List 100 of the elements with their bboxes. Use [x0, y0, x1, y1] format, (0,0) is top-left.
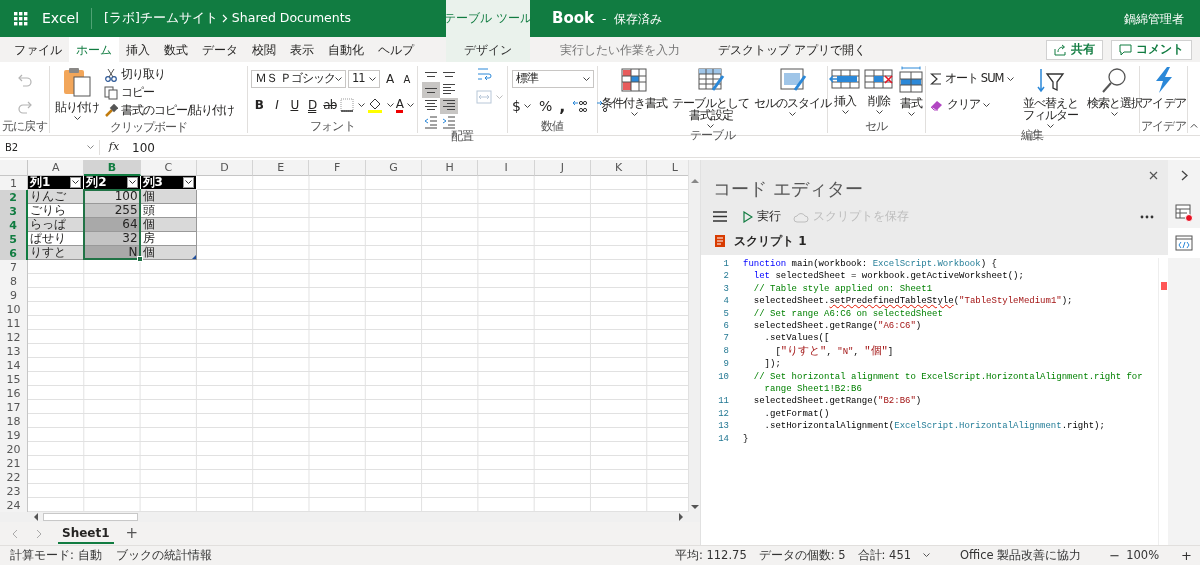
row-number[interactable]: 21 — [0, 456, 28, 470]
grow-font-button[interactable]: A — [382, 70, 398, 88]
row-number[interactable]: 10 — [0, 302, 28, 316]
column-header[interactable]: I — [478, 160, 535, 176]
row-number[interactable]: 4 — [0, 218, 28, 232]
format-as-table-button[interactable]: テーブルとして書式設定 — [668, 66, 754, 129]
row-number[interactable]: 2 — [0, 190, 28, 204]
filter-button[interactable] — [126, 177, 138, 188]
row-number[interactable]: 18 — [0, 414, 28, 428]
number-format-dropdown[interactable]: 標準 — [512, 70, 594, 88]
conditional-formatting-button[interactable]: 条件付き書式 — [600, 66, 669, 129]
function-button[interactable]: fx — [100, 139, 128, 156]
column-header[interactable]: D — [196, 160, 254, 176]
font-size-dropdown[interactable]: 11 — [348, 70, 381, 88]
row-number[interactable]: 15 — [0, 372, 28, 386]
zoom-level[interactable]: 100% — [1126, 546, 1160, 565]
sort-filter-button[interactable]: 並べ替えとフィルター — [1017, 66, 1084, 129]
row-number[interactable]: 14 — [0, 358, 28, 372]
ribbon-tab[interactable]: デザイン — [446, 37, 530, 62]
increase-decimal-icon[interactable] — [572, 99, 589, 114]
ribbon-tab[interactable]: 数式 — [157, 37, 195, 62]
collapse-ribbon-icon[interactable] — [1190, 122, 1198, 129]
align-right-button[interactable] — [440, 98, 458, 114]
zoom-in-button[interactable]: + — [1181, 545, 1192, 565]
ribbon-tab[interactable]: データ — [195, 37, 245, 62]
shrink-font-button[interactable]: A — [399, 70, 414, 88]
horizontal-scrollbar[interactable] — [0, 512, 700, 522]
filter-button[interactable] — [70, 177, 82, 188]
double-underline-button[interactable]: D — [304, 96, 320, 114]
ribbon-tab[interactable]: 校閲 — [245, 37, 283, 62]
bold-button[interactable]: B — [251, 96, 267, 114]
column-header[interactable]: A — [28, 160, 85, 176]
percent-button[interactable]: % — [538, 96, 552, 117]
cut-button[interactable]: 切り取り — [104, 66, 235, 84]
font-dropdown[interactable]: ＭＳ Ｐゴシック — [251, 70, 346, 88]
row-number[interactable]: 17 — [0, 400, 28, 414]
vertical-scrollbar[interactable] — [688, 160, 700, 512]
row-number[interactable]: 9 — [0, 288, 28, 302]
column-header[interactable]: B — [84, 160, 141, 176]
comment-button[interactable]: コメント — [1111, 39, 1192, 60]
feedback-link[interactable]: Office 製品改善に協力 — [960, 546, 1082, 565]
ribbon-tab[interactable]: 挿入 — [119, 37, 157, 62]
column-header[interactable]: F — [309, 160, 366, 176]
copy-button[interactable]: コピー — [104, 84, 235, 102]
row-number[interactable]: 7 — [0, 260, 28, 274]
app-launcher-button[interactable] — [14, 11, 28, 26]
row-number[interactable]: 24 — [0, 498, 28, 512]
tell-me-field[interactable]: 実行したい作業を入力 — [558, 39, 708, 60]
autosum-button[interactable]: オート SUM — [930, 70, 1014, 88]
column-header[interactable]: L — [647, 160, 688, 176]
clear-button[interactable]: クリア — [930, 96, 1014, 114]
paste-button[interactable]: 貼り付け — [54, 66, 101, 121]
zoom-out-button[interactable]: − — [1109, 545, 1121, 565]
breadcrumb-link[interactable]: Shared Documents — [231, 9, 352, 28]
fill-color-button[interactable] — [366, 97, 394, 113]
align-bottom-button[interactable] — [422, 82, 440, 98]
ribbon-tab[interactable]: ホーム — [69, 37, 119, 62]
font-color-button[interactable]: A — [395, 97, 414, 113]
column-header[interactable]: K — [590, 160, 648, 176]
delete-button[interactable]: 削除 — [862, 66, 896, 120]
share-button[interactable]: 共有 — [1046, 39, 1103, 60]
italic-button[interactable]: I — [268, 96, 285, 114]
format-button[interactable]: 書式 — [896, 66, 926, 120]
row-number[interactable]: 22 — [0, 470, 28, 484]
column-header[interactable]: J — [534, 160, 591, 176]
row-number[interactable]: 5 — [0, 232, 28, 246]
ribbon-tab[interactable]: 自動化 — [321, 37, 371, 62]
name-box[interactable]: B2 — [0, 140, 100, 155]
ribbon-tab[interactable]: ファイル — [7, 37, 69, 62]
run-button[interactable]: 実行 — [743, 208, 781, 226]
filter-button[interactable] — [182, 177, 194, 188]
cell-styles-button[interactable]: セルのスタイル — [753, 66, 833, 129]
sheet-tab[interactable]: Sheet1 — [58, 523, 114, 544]
open-desktop-link[interactable]: デスクトップ アプリで開く — [718, 40, 866, 59]
row-number[interactable]: 8 — [0, 274, 28, 288]
ribbon-tab[interactable]: 表示 — [283, 37, 321, 62]
row-number[interactable]: 11 — [0, 316, 28, 330]
scrollbar-thumb[interactable] — [43, 513, 138, 521]
column-header[interactable]: G — [365, 160, 423, 176]
fill-handle[interactable] — [136, 256, 143, 262]
add-sheet-button[interactable]: + — [125, 522, 139, 545]
strikethrough-button[interactable]: ab — [322, 96, 338, 114]
row-number[interactable]: 13 — [0, 344, 28, 358]
row-number[interactable]: 6 — [0, 246, 28, 260]
ribbon-tab[interactable]: ヘルプ — [371, 37, 421, 62]
workbook-statistics-button[interactable]: ブックの統計情報 — [115, 546, 212, 565]
currency-button[interactable]: $ — [512, 96, 531, 117]
underline-button[interactable]: U — [286, 96, 303, 114]
row-number[interactable]: 16 — [0, 386, 28, 400]
comma-style-button[interactable]: , — [559, 100, 565, 113]
row-number[interactable]: 3 — [0, 204, 28, 218]
borders-button[interactable] — [339, 98, 365, 112]
row-number[interactable]: 12 — [0, 330, 28, 344]
column-header[interactable]: E — [253, 160, 310, 176]
column-header[interactable]: H — [422, 160, 479, 176]
calculation-mode-button[interactable]: 計算モード: 自動 — [10, 546, 102, 565]
format-painter-button[interactable]: 書式のコピー/貼り付け — [104, 102, 235, 120]
row-number[interactable]: 20 — [0, 442, 28, 456]
breadcrumb-link[interactable]: [ラボ]チームサイト — [104, 9, 218, 28]
caret-icon[interactable] — [923, 553, 931, 558]
